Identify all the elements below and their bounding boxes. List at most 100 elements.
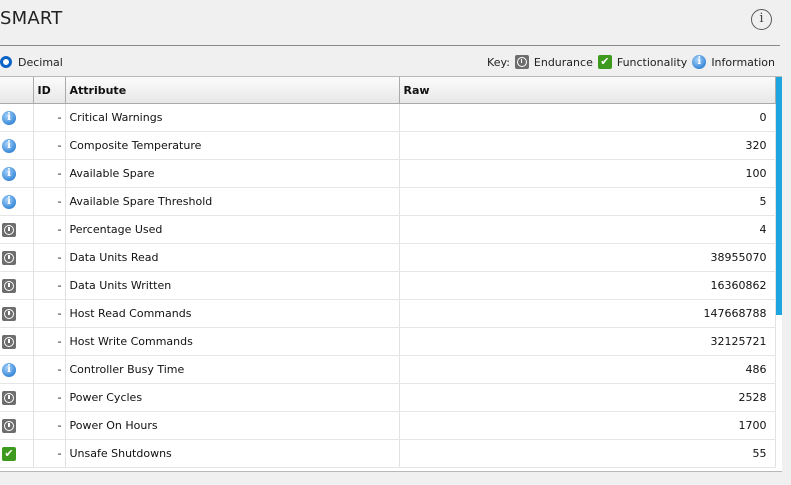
header-divider — [0, 45, 780, 46]
row-attribute: Available Spare — [65, 159, 400, 188]
smart-table: ID Attribute Raw i - Critical Warnings 0 i - C… — [0, 77, 776, 468]
endurance-icon — [514, 55, 529, 69]
info-icon: i — [2, 362, 16, 377]
table-row[interactable]: i - Critical Warnings 0 — [0, 103, 776, 132]
functionality-icon: ✔ — [597, 55, 612, 69]
info-icon: i — [2, 194, 16, 209]
row-raw-value: 5 — [399, 187, 776, 216]
vertical-scrollbar[interactable] — [776, 77, 782, 315]
endurance-icon — [2, 334, 16, 349]
row-id: - — [33, 131, 66, 160]
row-id: - — [33, 327, 66, 356]
table-row[interactable]: ✔ - Unsafe Shutdowns 55 — [0, 439, 776, 468]
table-row[interactable]: i - Available Spare Threshold 5 — [0, 187, 776, 216]
row-raw-value: 1700 — [399, 411, 776, 440]
row-icon-cell — [0, 243, 34, 272]
smart-table-container: ID Attribute Raw i - Critical Warnings 0 i - C… — [0, 76, 782, 472]
row-raw-value: 16360862 — [399, 271, 776, 300]
table-row[interactable]: i - Available Spare 100 — [0, 159, 776, 188]
row-raw-value: 0 — [399, 103, 776, 132]
legend-key: Key: Endurance ✔ Functionality i Informa… — [487, 53, 775, 71]
row-attribute: Available Spare Threshold — [65, 187, 400, 216]
row-raw-value: 100 — [399, 159, 776, 188]
table-row[interactable]: - Host Write Commands 32125721 — [0, 327, 776, 356]
row-attribute: Critical Warnings — [65, 103, 400, 132]
info-icon: i — [692, 55, 707, 69]
key-information-label: Information — [711, 55, 775, 69]
endurance-icon — [2, 418, 16, 433]
display-mode-label: Decimal — [18, 55, 63, 69]
table-row[interactable]: - Data Units Written 16360862 — [0, 271, 776, 300]
table-row[interactable]: i - Controller Busy Time 486 — [0, 355, 776, 384]
table-header-row: ID Attribute Raw — [0, 77, 776, 104]
row-icon-cell — [0, 327, 34, 356]
row-icon-cell: i — [0, 187, 34, 216]
row-icon-cell: i — [0, 103, 34, 132]
row-id: - — [33, 439, 66, 468]
row-attribute: Composite Temperature — [65, 131, 400, 160]
row-attribute: Data Units Read — [65, 243, 400, 272]
row-icon-cell — [0, 215, 34, 244]
row-icon-cell: i — [0, 159, 34, 188]
endurance-icon — [2, 222, 16, 237]
row-attribute: Unsafe Shutdowns — [65, 439, 400, 468]
info-icon: i — [2, 110, 16, 125]
endurance-icon — [2, 250, 16, 265]
row-attribute: Controller Busy Time — [65, 355, 400, 384]
column-header-icon[interactable] — [0, 77, 34, 104]
table-row[interactable]: - Percentage Used 4 — [0, 215, 776, 244]
page-title: SMART — [0, 8, 63, 29]
row-icon-cell — [0, 271, 34, 300]
row-icon-cell: ✔ — [0, 439, 34, 468]
row-id: - — [33, 187, 66, 216]
info-icon[interactable]: i — [751, 9, 772, 30]
row-raw-value: 38955070 — [399, 243, 776, 272]
row-id: - — [33, 103, 66, 132]
radio-button-icon[interactable] — [0, 56, 12, 68]
table-row[interactable]: - Data Units Read 38955070 — [0, 243, 776, 272]
row-icon-cell: i — [0, 131, 34, 160]
table-row[interactable]: i - Composite Temperature 320 — [0, 131, 776, 160]
row-id: - — [33, 215, 66, 244]
row-icon-cell: i — [0, 355, 34, 384]
info-icon: i — [2, 166, 16, 181]
row-attribute: Host Write Commands — [65, 327, 400, 356]
endurance-icon — [2, 306, 16, 321]
row-id: - — [33, 299, 66, 328]
row-id: - — [33, 271, 66, 300]
column-header-attribute[interactable]: Attribute — [65, 77, 400, 104]
row-icon-cell — [0, 411, 34, 440]
row-id: - — [33, 243, 66, 272]
row-id: - — [33, 355, 66, 384]
key-label: Key: — [487, 55, 510, 69]
info-icon: i — [2, 138, 16, 153]
row-raw-value: 32125721 — [399, 327, 776, 356]
row-id: - — [33, 411, 66, 440]
row-attribute: Percentage Used — [65, 215, 400, 244]
column-header-id[interactable]: ID — [33, 77, 66, 104]
row-icon-cell — [0, 299, 34, 328]
row-icon-cell — [0, 383, 34, 412]
row-raw-value: 4 — [399, 215, 776, 244]
key-functionality-label: Functionality — [616, 55, 688, 69]
display-mode-radio[interactable]: Decimal — [0, 54, 63, 70]
row-raw-value: 486 — [399, 355, 776, 384]
row-raw-value: 320 — [399, 131, 776, 160]
table-row[interactable]: - Power On Hours 1700 — [0, 411, 776, 440]
row-id: - — [33, 159, 66, 188]
functionality-icon: ✔ — [2, 446, 16, 461]
row-attribute: Host Read Commands — [65, 299, 400, 328]
table-row[interactable]: - Power Cycles 2528 — [0, 383, 776, 412]
row-raw-value: 147668788 — [399, 299, 776, 328]
row-attribute: Power On Hours — [65, 411, 400, 440]
row-attribute: Data Units Written — [65, 271, 400, 300]
endurance-icon — [2, 390, 16, 405]
row-id: - — [33, 383, 66, 412]
column-header-raw[interactable]: Raw — [399, 77, 776, 104]
table-row[interactable]: - Host Read Commands 147668788 — [0, 299, 776, 328]
row-attribute: Power Cycles — [65, 383, 400, 412]
row-raw-value: 2528 — [399, 383, 776, 412]
endurance-icon — [2, 278, 16, 293]
key-endurance-label: Endurance — [533, 55, 593, 69]
row-raw-value: 55 — [399, 439, 776, 468]
